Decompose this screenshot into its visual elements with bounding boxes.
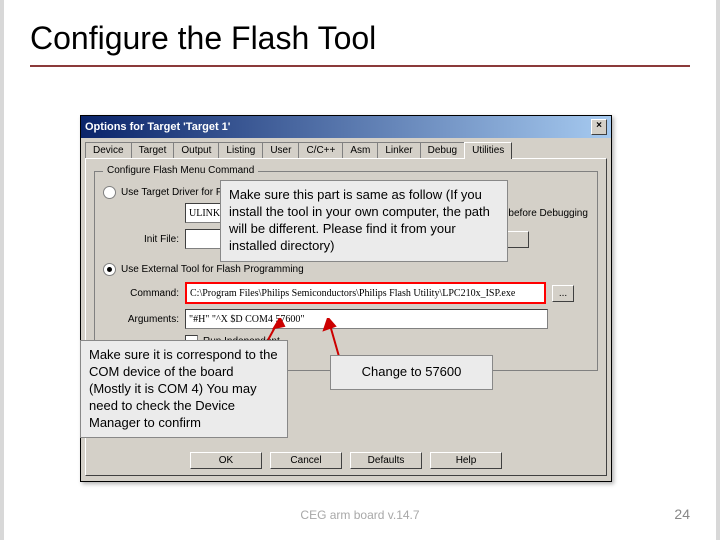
radio-icon — [103, 186, 116, 199]
annotation-baud-note: Change to 57600 — [330, 355, 493, 390]
radio2-label: Use External Tool for Flash Programming — [121, 264, 304, 275]
dialog-title: Options for Target 'Target 1' — [85, 121, 230, 133]
tab-listing[interactable]: Listing — [218, 142, 263, 158]
arguments-input[interactable]: "#H" "^X $D COM4 57600" — [185, 309, 548, 329]
command-label: Command: — [125, 288, 179, 299]
dialog-button-row: OK Cancel Defaults Help — [86, 452, 606, 469]
arguments-label: Arguments: — [125, 314, 179, 325]
radio-icon — [103, 263, 116, 276]
tab-debug[interactable]: Debug — [420, 142, 465, 158]
radio-use-external-tool[interactable]: Use External Tool for Flash Programming — [103, 263, 589, 276]
defaults-button[interactable]: Defaults — [350, 452, 422, 469]
browse-command-button[interactable]: ... — [552, 285, 574, 302]
tab-target[interactable]: Target — [131, 142, 175, 158]
tab-ccpp[interactable]: C/C++ — [298, 142, 343, 158]
groupbox-title: Configure Flash Menu Command — [103, 165, 258, 176]
tab-bar: Device Target Output Listing User C/C++ … — [81, 138, 611, 158]
tab-asm[interactable]: Asm — [342, 142, 378, 158]
tab-utilities[interactable]: Utilities — [464, 142, 512, 159]
tab-linker[interactable]: Linker — [377, 142, 420, 158]
title-rule — [30, 65, 690, 67]
tab-user[interactable]: User — [262, 142, 299, 158]
cancel-button[interactable]: Cancel — [270, 452, 342, 469]
slide-title: Configure the Flash Tool — [30, 20, 376, 57]
ok-button[interactable]: OK — [190, 452, 262, 469]
help-button[interactable]: Help — [430, 452, 502, 469]
close-icon[interactable]: × — [591, 119, 607, 135]
slide-footer: CEG arm board v.14.7 — [0, 508, 720, 522]
init-file-label: Init File: — [125, 234, 179, 245]
tab-output[interactable]: Output — [173, 142, 219, 158]
command-input[interactable]: C:\Program Files\Philips Semiconductors\… — [185, 282, 546, 304]
page-number: 24 — [674, 506, 690, 522]
annotation-path-note: Make sure this part is same as follow (I… — [220, 180, 508, 262]
dialog-titlebar: Options for Target 'Target 1' × — [81, 116, 611, 138]
annotation-com-note: Make sure it is correspond to the COM de… — [80, 340, 288, 438]
tab-device[interactable]: Device — [85, 142, 132, 158]
